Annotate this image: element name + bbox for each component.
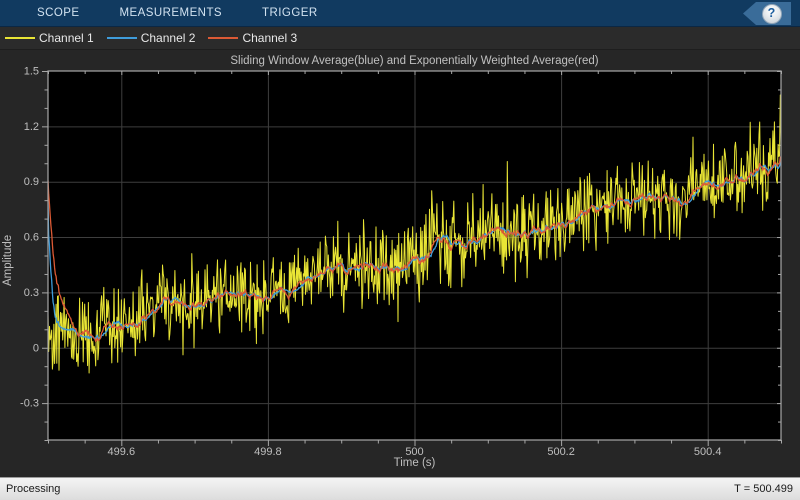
- legend-label: Channel 2: [140, 31, 196, 45]
- y-tick-label: 0: [33, 342, 39, 354]
- x-axis-label: Time (s): [393, 457, 436, 469]
- y-tick-label: 0.9: [24, 176, 39, 188]
- tab-measurements[interactable]: MEASUREMENTS: [100, 0, 243, 27]
- legend-item-channel-1[interactable]: Channel 1: [5, 31, 94, 45]
- y-tick-label: 1.2: [24, 121, 39, 133]
- question-mark-icon: ?: [761, 3, 782, 24]
- legend-label: Channel 1: [39, 31, 94, 45]
- channel-1-line-swatch: [5, 37, 35, 39]
- y-tick-label: 0.6: [24, 232, 39, 244]
- plot-region: 499.6 499.8 500 500.2 500.4 -0.3 0 0.3 0.6 0.9 1.2…: [0, 50, 800, 477]
- status-message: Processing: [6, 483, 61, 495]
- y-axis-label: Amplitude: [2, 234, 14, 286]
- status-bar: Processing T = 500.499: [0, 477, 800, 500]
- legend-label: Channel 3: [242, 31, 298, 45]
- toolbar: SCOPE MEASUREMENTS TRIGGER ?: [0, 0, 800, 27]
- y-tick-label: -0.3: [20, 398, 39, 410]
- help-button[interactable]: ?: [743, 2, 791, 25]
- chart-title: Sliding Window Average(blue) and Exponen…: [230, 55, 599, 67]
- channel-2-line-swatch: [106, 37, 137, 39]
- y-tick-label: 0.3: [24, 287, 39, 299]
- simulation-time: T = 500.499: [734, 483, 793, 495]
- y-tick-label: 1.5: [24, 66, 39, 78]
- tab-scope[interactable]: SCOPE: [17, 0, 100, 27]
- channel-3-line-swatch: [208, 37, 239, 39]
- legend-item-channel-2[interactable]: Channel 2: [106, 31, 196, 45]
- plot-canvas[interactable]: 499.6 499.8 500 500.2 500.4-0.300.30.60.91.2…: [0, 50, 800, 477]
- legend-bar: Channel 1 Channel 2 Channel 3: [0, 27, 800, 50]
- tab-trigger[interactable]: TRIGGER: [242, 0, 338, 27]
- legend-item-channel-3[interactable]: Channel 3: [208, 31, 297, 45]
